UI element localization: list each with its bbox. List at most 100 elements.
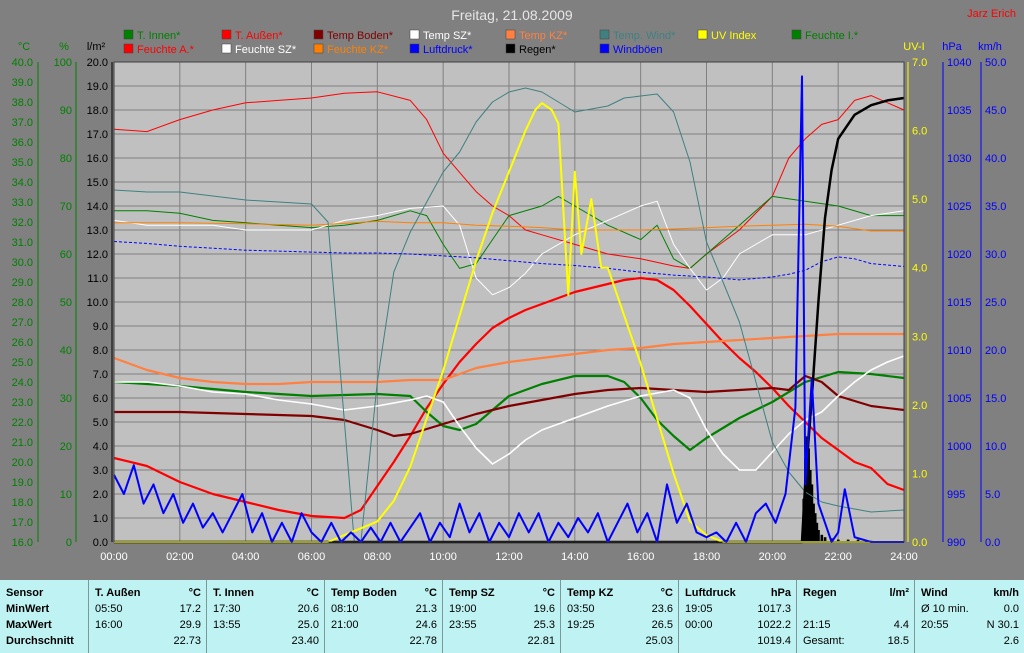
tick-label-wind: 10.0: [985, 441, 1006, 453]
tick-label-temp: 29.0: [12, 277, 33, 289]
tick-label-wind: 35.0: [985, 201, 1006, 213]
tick-label-humid: 10: [60, 489, 72, 501]
tick-label-temp: 27.0: [12, 317, 33, 329]
tick-label-uv: 4.0: [912, 263, 927, 275]
tick-label-temp: 31.0: [12, 237, 33, 249]
summary-col: T. Innen °C 17:30 20.6 13:55 25.0 23.40: [206, 580, 325, 653]
legend-swatch: [123, 29, 134, 40]
tick-label-wind: 15.0: [985, 393, 1006, 405]
summary-col-unit: °C: [188, 587, 201, 599]
tick-label-temp: 33.0: [12, 197, 33, 209]
summary-col-header: T. Innen: [213, 587, 254, 599]
tick-label-temp: 39.0: [12, 77, 33, 89]
tick-label-press: 990: [947, 537, 965, 549]
summary-cell-value: 23.6: [651, 603, 673, 615]
summary-cell-value: 1017.3: [757, 603, 791, 615]
grid: [113, 61, 905, 543]
tick-label-uv: 6.0: [912, 126, 927, 138]
legend-swatch: [505, 29, 516, 40]
tick-label-rain: 17.0: [87, 129, 108, 141]
summary-cell-label: 03:50: [567, 603, 595, 615]
legend-swatch: [313, 29, 324, 40]
x-tick-label: 02:00: [166, 551, 194, 563]
tick-label-wind: 30.0: [985, 249, 1006, 261]
tick-label-uv: 0.0: [912, 537, 927, 549]
summary-cell-value: 1022.2: [757, 619, 791, 631]
axis-title-press: hPa: [942, 41, 962, 53]
tick-label-temp: 38.0: [12, 97, 33, 109]
tick-label-rain: 16.0: [87, 153, 108, 165]
summary-cell-label: 16:00: [95, 619, 123, 631]
summary-col-unit: °C: [542, 587, 555, 599]
summary-cell-label: Gesamt:: [803, 635, 845, 647]
tick-label-rain: 0.0: [93, 537, 108, 549]
axis-title-uv: UV-I: [903, 41, 924, 53]
tick-label-rain: 19.0: [87, 81, 108, 93]
summary-cell-value: 25.03: [645, 635, 673, 647]
tick-label-press: 1025: [947, 201, 971, 213]
summary-cell-value: 23.40: [291, 635, 319, 647]
tick-label-rain: 15.0: [87, 177, 108, 189]
tick-label-rain: 2.0: [93, 489, 108, 501]
tick-label-press: 1040: [947, 57, 971, 69]
tick-label-uv: 1.0: [912, 468, 927, 480]
tick-label-press: 1030: [947, 153, 971, 165]
axis-title-temp: °C: [18, 41, 30, 53]
tick-label-temp: 18.0: [12, 497, 33, 509]
summary-cell-label: 21:15: [803, 619, 831, 631]
axis-title-wind: km/h: [978, 41, 1002, 53]
row-label-avg: Durchschnitt: [6, 635, 74, 647]
summary-col: T. Außen °C 05:50 17.2 16:00 29.9 22.73: [88, 580, 207, 653]
rain-bar: [820, 534, 824, 542]
summary-cell-value: 0.0: [1003, 603, 1019, 615]
tick-label-press: 1020: [947, 249, 971, 261]
legend-label: T. Außen*: [235, 30, 283, 42]
tick-label-humid: 80: [60, 153, 72, 165]
tick-label-humid: 30: [60, 393, 72, 405]
summary-col-unit: hPa: [770, 587, 791, 599]
legend-label: Temp SZ*: [423, 30, 472, 42]
tick-label-rain: 1.0: [93, 513, 108, 525]
x-tick-label: 00:00: [100, 551, 128, 563]
summary-cell-value: 24.6: [415, 619, 437, 631]
summary-col: Temp Boden °C 08:10 21.3 21:00 24.6 22.78: [324, 580, 443, 653]
legend-swatch: [313, 43, 324, 54]
tick-label-press: 1010: [947, 345, 971, 357]
legend-swatch: [221, 43, 232, 54]
summary-col-unit: °C: [306, 587, 319, 599]
tick-label-temp: 23.0: [12, 397, 33, 409]
legend-label: Feuchte A.*: [137, 44, 195, 56]
row-label-max: MaxWert: [6, 619, 52, 631]
x-tick-label: 12:00: [495, 551, 523, 563]
summary-cell-label: 21:00: [331, 619, 359, 631]
axis-title-rain: l/m²: [87, 41, 106, 53]
row-label-sensor: Sensor: [6, 587, 44, 599]
legend-label: Luftdruck*: [423, 44, 473, 56]
tick-label-uv: 5.0: [912, 194, 927, 206]
tick-label-temp: 40.0: [12, 57, 33, 69]
tick-label-uv: 7.0: [912, 57, 927, 69]
tick-label-temp: 30.0: [12, 257, 33, 269]
tick-label-press: 1000: [947, 441, 971, 453]
legend-label: UV Index: [711, 30, 757, 42]
tick-label-temp: 25.0: [12, 357, 33, 369]
summary-col-header: Temp SZ: [449, 587, 495, 599]
tick-label-wind: 20.0: [985, 345, 1006, 357]
summary-col-header: Luftdruck: [685, 587, 736, 599]
x-tick-label: 20:00: [759, 551, 787, 563]
summary-cell-value: 17.2: [179, 603, 201, 615]
summary-cell-value: 25.0: [297, 619, 319, 631]
tick-label-rain: 10.0: [87, 297, 108, 309]
summary-row-labels: Sensor MinWert MaxWert Durchschnitt: [0, 580, 86, 653]
x-tick-label: 16:00: [627, 551, 655, 563]
tick-label-temp: 36.0: [12, 137, 33, 149]
summary-cell-value: N 30.1: [986, 619, 1019, 631]
tick-label-humid: 100: [54, 57, 72, 69]
tick-label-humid: 0: [66, 537, 72, 549]
legend-label: Temp Boden*: [327, 30, 394, 42]
tick-label-temp: 32.0: [12, 217, 33, 229]
x-tick-label: 08:00: [364, 551, 392, 563]
legend-label: Temp. Wind*: [613, 30, 676, 42]
tick-label-uv: 3.0: [912, 331, 927, 343]
tick-label-press: 1005: [947, 393, 971, 405]
